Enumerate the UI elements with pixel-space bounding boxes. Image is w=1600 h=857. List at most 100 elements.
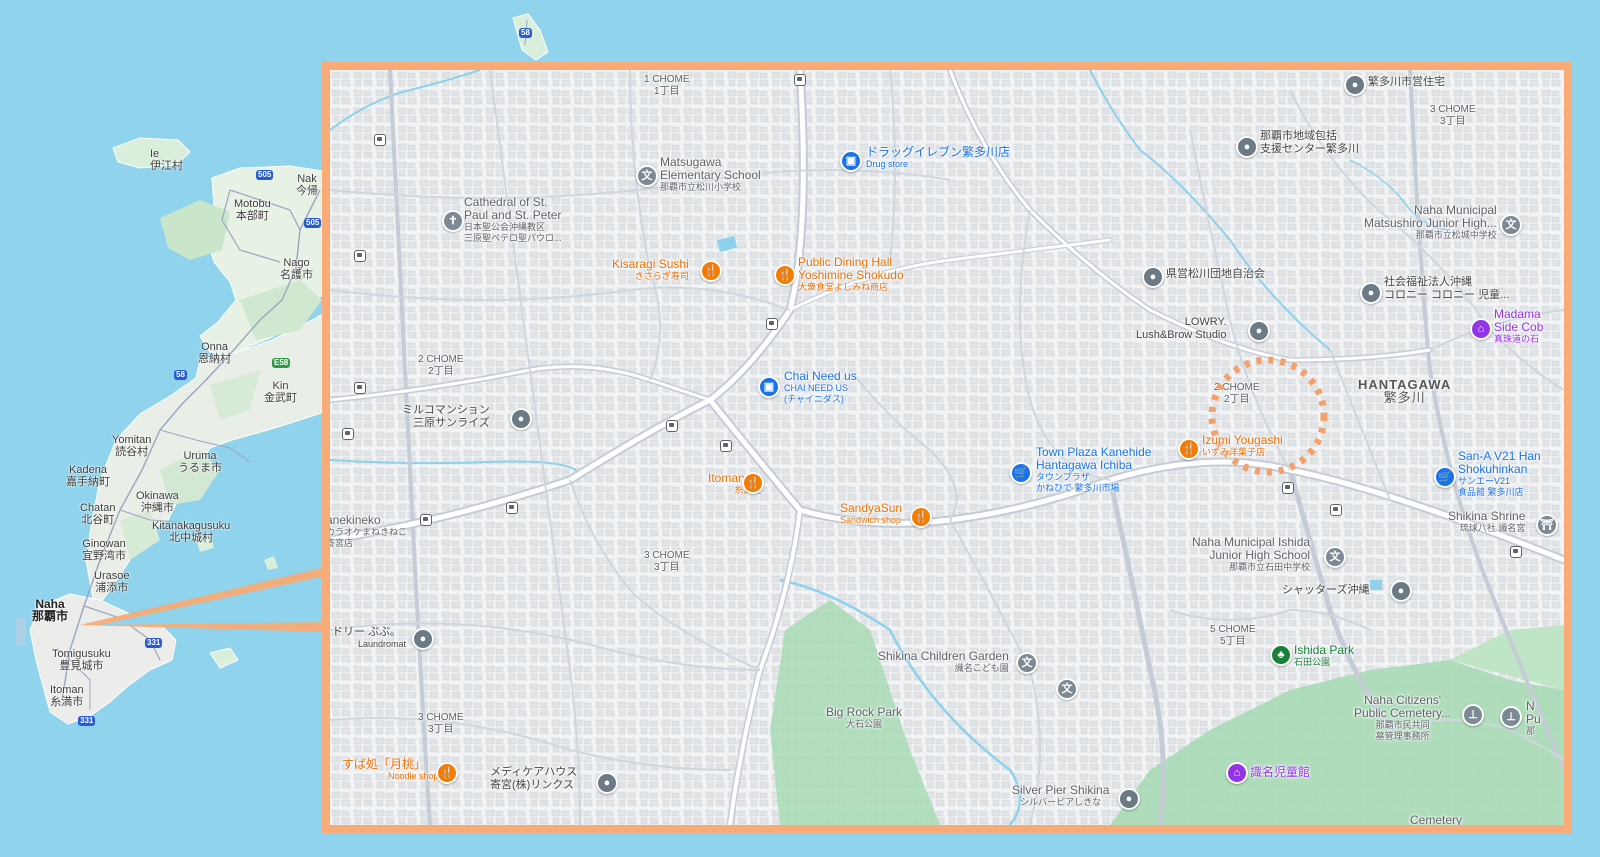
poi-subtitle: 那覇市立松城中学校 xyxy=(1415,230,1497,240)
poi-name: 社会福祉法人沖縄 コロニー コロニー 児童... xyxy=(1384,276,1510,301)
shopping-cart-icon[interactable]: 🛒 xyxy=(1434,466,1456,488)
bus-stop-icon[interactable] xyxy=(420,514,432,526)
poi-sekineko[interactable]: anekineko カラオケまねきねこ 寄宮店 xyxy=(330,514,407,549)
location-pin-icon[interactable]: ● xyxy=(510,408,532,430)
neighborhood-en: 3 CHOME xyxy=(644,550,690,561)
poi-townplaza[interactable]: Town Plaza Kanehide Hantagawa Ichiba タウン… xyxy=(1036,446,1151,494)
bus-stop-icon[interactable] xyxy=(794,74,806,86)
restaurant-icon[interactable]: 🍴 xyxy=(742,472,764,494)
restaurant-icon[interactable]: 🍴 xyxy=(1178,438,1200,460)
poi-name: Town Plaza Kanehide Hantagawa Ichiba xyxy=(1036,445,1152,472)
poi-name: 識名児童館 xyxy=(1250,765,1311,779)
poi-drugstore[interactable]: ドラッグイレブン繁多川店 Drug store xyxy=(866,146,1010,170)
poi-subtitle: いずみ洋菓子店 xyxy=(1202,447,1266,457)
location-pin-icon[interactable]: ● xyxy=(1390,580,1412,602)
poi-subtitle: 那覇市民共同 墓管理事務所 xyxy=(1375,720,1430,741)
bus-stop-icon[interactable] xyxy=(720,440,732,452)
poi-shikina-garden[interactable]: Shikina Children Garden 識名こども園 xyxy=(878,650,1009,674)
tombstone-icon[interactable]: ⊥ xyxy=(1462,704,1484,726)
school-icon[interactable]: 文 xyxy=(1324,546,1346,568)
neighborhood-label: 3 CHOME 3丁目 xyxy=(1430,104,1476,128)
bus-stop-icon[interactable] xyxy=(354,250,366,262)
neighborhood-jp: 3丁目 xyxy=(1440,116,1466,127)
poi-matsugawa-school[interactable]: Matsugawa Elementary School 那覇市立松川小学校 xyxy=(660,156,761,193)
location-pin-icon[interactable]: ● xyxy=(1236,136,1258,158)
school-icon[interactable]: 文 xyxy=(636,165,658,187)
poi-matsushiro-jhs[interactable]: Naha Municipal Matsushiro Junior High...… xyxy=(1364,204,1497,241)
poi-name: LOWRY. Lush&Brow Studio xyxy=(1136,316,1227,341)
shopping-bag-icon[interactable]: ▣ xyxy=(840,150,862,172)
poi-lowry[interactable]: LOWRY. Lush&Brow Studio xyxy=(1136,316,1227,342)
poi-izumi[interactable]: Izumi Yougashi いずみ洋菓子店 xyxy=(1202,434,1283,458)
restaurant-icon[interactable]: 🍴 xyxy=(436,762,458,784)
restaurant-icon[interactable]: 🍴 xyxy=(774,264,796,286)
bus-stop-icon[interactable] xyxy=(1330,504,1342,516)
poi-milcomansion[interactable]: ミルコマンション 三原サンライズ xyxy=(402,404,490,430)
shrine-icon[interactable]: ⛩ xyxy=(1536,514,1558,536)
shopping-cart-icon[interactable]: 🛒 xyxy=(1010,462,1032,484)
poi-tsukimomo[interactable]: すば処「月桃」 Noodle shop xyxy=(342,758,439,782)
poi-madama[interactable]: Madama Side Cob 真珠道の石 xyxy=(1494,308,1543,345)
poi-name: Silver Pier Shikina xyxy=(1012,783,1110,797)
poi-colony[interactable]: 社会福祉法人沖縄 コロニー コロニー 児童... xyxy=(1384,276,1509,302)
poi-cathedral[interactable]: Cathedral of St. Paul and St. Peter 日本聖公… xyxy=(464,196,562,244)
poi-nu-pu[interactable]: N Pu 那 xyxy=(1526,700,1541,737)
landmark-icon[interactable]: ⌂ xyxy=(1470,318,1492,340)
poi-ishida-park[interactable]: Ishida Park 石田公園 xyxy=(1294,644,1354,668)
shopping-bag-icon[interactable]: ▣ xyxy=(758,376,780,398)
location-pin-icon[interactable]: ● xyxy=(1344,74,1366,96)
location-pin-icon[interactable]: ● xyxy=(1360,282,1382,304)
poi-kisaragi[interactable]: Kisaragi Sushi きさらぎ寿司 xyxy=(612,258,689,282)
landmark-icon[interactable]: ⌂ xyxy=(1226,762,1248,784)
bus-stop-icon[interactable] xyxy=(354,382,366,394)
poi-support-center[interactable]: 那覇市地域包括 支援センター繁多川 xyxy=(1260,130,1359,156)
poi-hantagawa-housing[interactable]: 繁多川市営住宅 xyxy=(1368,76,1445,89)
poi-shutters[interactable]: シャッターズ沖縄 xyxy=(1282,584,1369,597)
poi-subtitle: 那 xyxy=(1526,726,1536,736)
poi-kenei[interactable]: 県営松川団地自治会 xyxy=(1166,268,1265,281)
neighborhood-jp: 2丁目 xyxy=(428,366,454,377)
poi-name: Public Dining Hall Yoshimine Shokudo xyxy=(798,255,904,282)
inset-map[interactable]: 1 CHOME 1丁目 2 CHOME 2丁目 3 CHOME 3丁目 3 CH… xyxy=(322,62,1572,833)
poi-silver-pier[interactable]: Silver Pier Shikina シルバーピアしきな xyxy=(1012,784,1109,808)
bus-stop-icon[interactable] xyxy=(1282,482,1294,494)
location-pin-icon[interactable]: ● xyxy=(412,628,434,650)
poi-chai[interactable]: Chai Need us CHAI NEED US (チャイニダス) xyxy=(784,370,857,405)
poi-shikina-jidokan[interactable]: 識名児童館 xyxy=(1250,766,1310,779)
tombstone-icon[interactable]: ⊥ xyxy=(1500,706,1522,728)
poi-shikina-shrine[interactable]: Shikina Shrine 琉球八社 識名宮 xyxy=(1448,510,1525,534)
poi-yoshimine[interactable]: Public Dining Hall Yoshimine Shokudo 大衆食… xyxy=(798,256,904,293)
tree-icon[interactable]: ♣ xyxy=(1270,644,1292,666)
school-icon[interactable]: 文 xyxy=(1016,652,1038,674)
poi-cemetery-cut[interactable]: Cemetery xyxy=(1410,814,1462,826)
poi-sandyasun[interactable]: SandyaSun Sandwich shop xyxy=(840,502,902,526)
poi-san-a[interactable]: San-A V21 Han Shokuhinkan サンエーV21 食品館 繁多… xyxy=(1458,450,1541,498)
poi-mediacare[interactable]: メディケアハウス 寄宮(株)リンクス xyxy=(490,766,577,792)
church-icon[interactable]: ✝ xyxy=(442,210,464,232)
poi-subtitle: 識名こども園 xyxy=(954,663,1009,673)
bus-stop-icon[interactable] xyxy=(1510,546,1522,558)
bus-stop-icon[interactable] xyxy=(374,134,386,146)
poi-ishida-jhs[interactable]: Naha Municipal Ishida Junior High School… xyxy=(1192,536,1310,573)
location-pin-icon[interactable]: ● xyxy=(1142,266,1164,288)
location-pin-icon[interactable]: ● xyxy=(596,772,618,794)
school-icon[interactable]: 文 xyxy=(1500,214,1522,236)
bus-stop-icon[interactable] xyxy=(666,420,678,432)
poi-laundromat[interactable]: ドリー ぷぷ。 Laundromat xyxy=(332,626,406,650)
poi-big-rock[interactable]: Big Rock Park 大石公園 xyxy=(826,706,902,730)
poi-citizens-cemetery[interactable]: Naha Citizens' Public Cemetery... 那覇市民共同… xyxy=(1354,694,1451,742)
restaurant-icon[interactable]: 🍴 xyxy=(700,260,722,282)
neighborhood-en: 5 CHOME xyxy=(1210,624,1256,635)
poi-name: 県営松川団地自治会 xyxy=(1166,268,1265,280)
bus-stop-icon[interactable] xyxy=(342,428,354,440)
poi-name: 繁多川市営住宅 xyxy=(1368,76,1445,88)
location-pin-icon[interactable]: ● xyxy=(1248,320,1270,342)
bus-stop-icon[interactable] xyxy=(506,502,518,514)
poi-name: Cathedral of St. Paul and St. Peter xyxy=(464,195,562,222)
bus-stop-icon[interactable] xyxy=(766,318,778,330)
location-pin-icon[interactable]: ● xyxy=(1118,788,1140,810)
poi-name: Kisaragi Sushi xyxy=(612,257,689,271)
restaurant-icon[interactable]: 🍴 xyxy=(910,506,932,528)
poi-name: Naha Municipal Matsushiro Junior High... xyxy=(1364,203,1497,230)
school-icon[interactable]: 文 xyxy=(1056,678,1078,700)
